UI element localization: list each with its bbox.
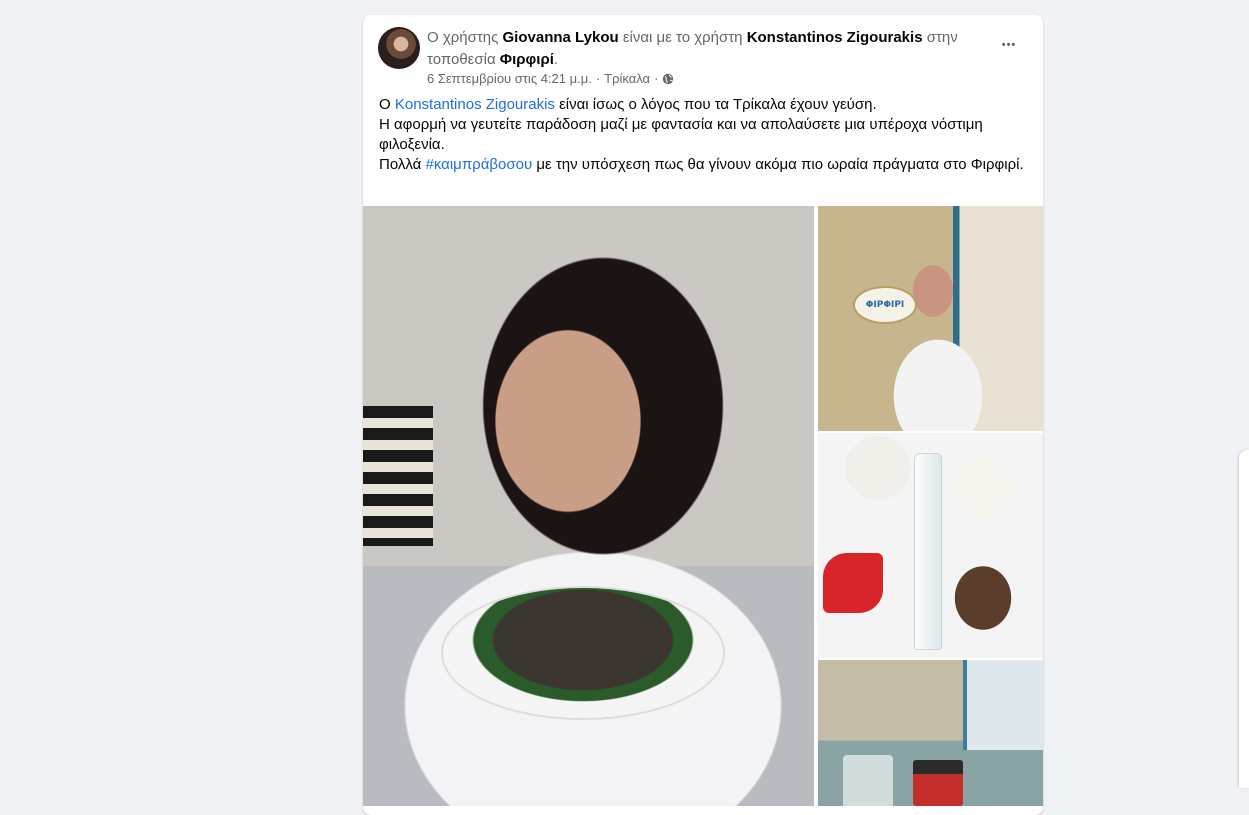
photo-table-setting[interactable]	[818, 660, 1043, 806]
post-timestamp[interactable]: 6 Σεπτεμβρίου στις 4:21 μ.μ.	[427, 71, 592, 87]
post-text-line-2: Η αφορμή να γευτείτε παράδοση μαζί με φα…	[379, 116, 983, 153]
side-panel-edge	[1239, 450, 1249, 788]
bottle	[914, 453, 942, 650]
header-end: .	[553, 51, 559, 68]
post-card: Ο χρήστης Giovanna Lykou είναι με το χρή…	[363, 15, 1043, 815]
red-pepper	[823, 553, 883, 613]
author-avatar[interactable]	[378, 27, 420, 69]
restaurant-sign: ΦΙΡΦΙΡΙ	[853, 286, 917, 324]
hashtag-link[interactable]: #καιμπράβοσου	[426, 156, 533, 173]
meta-separator: ·	[595, 71, 601, 86]
text-suffix: είναι ίσως ο λόγος που τα Τρίκαλα έχουν …	[554, 96, 877, 113]
mention-link[interactable]: Konstantinos Zigourakis	[395, 96, 555, 113]
food-bowl	[441, 586, 725, 720]
author-name-link[interactable]: Giovanna Lykou	[503, 29, 619, 46]
header-prefix: Ο χρήστης	[427, 29, 503, 46]
striped-bag	[363, 406, 433, 546]
photo-woman-with-plate[interactable]	[363, 206, 814, 806]
header-with: είναι με το χρήστη	[618, 29, 747, 46]
window	[963, 660, 1043, 750]
post-text-line-1: Ο Konstantinos Zigourakis είναι ίσως ο λ…	[379, 95, 1027, 115]
post-header: Ο χρήστης Giovanna Lykou είναι με το χρή…	[427, 27, 987, 71]
photo-dishes-bottle[interactable]	[818, 433, 1043, 658]
place-link[interactable]: Φιρφιρί	[500, 51, 554, 68]
more-options-button[interactable]: •••	[991, 31, 1027, 59]
post-location[interactable]: Τρίκαλα	[604, 71, 650, 87]
photo-grid: ΦΙΡΦΙΡΙ	[363, 206, 1043, 806]
more-options-icon: •••	[1001, 39, 1017, 51]
text-prefix: Ο	[379, 96, 395, 113]
text-suffix-3: με την υπόσχεση πως θα γίνουν ακόμα πιο …	[532, 156, 1024, 173]
meta-separator-2: ·	[654, 71, 659, 86]
post-meta: 6 Σεπτεμβρίου στις 4:21 μ.μ. · Τρίκαλα ·	[427, 71, 674, 87]
glass	[843, 755, 893, 806]
photo-chef[interactable]: ΦΙΡΦΙΡΙ	[818, 206, 1043, 431]
text-prefix-3: Πολλά	[379, 156, 426, 173]
tagged-user-link[interactable]: Konstantinos Zigourakis	[747, 29, 923, 46]
globe-icon[interactable]	[662, 73, 674, 85]
tin-can	[913, 760, 963, 806]
post-text: Ο Konstantinos Zigourakis είναι ίσως ο λ…	[379, 95, 1027, 175]
post-text-line-3: Πολλά #καιμπράβοσου με την υπόσχεση πως …	[379, 155, 1027, 175]
